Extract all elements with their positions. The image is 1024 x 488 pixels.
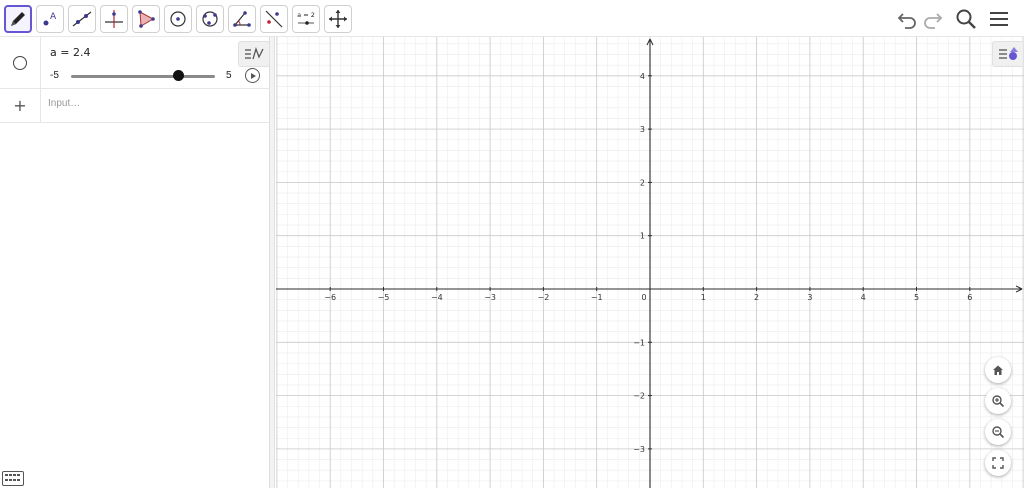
slider-tool[interactable]: a = 2 bbox=[292, 5, 320, 33]
svg-text:A: A bbox=[50, 12, 57, 22]
move-graphics-view-tool[interactable] bbox=[324, 5, 352, 33]
x-tick-label: 2 bbox=[754, 293, 759, 302]
x-tick-label: 0 bbox=[641, 293, 646, 302]
coordinate-grid[interactable]: −6 −5 −4 −3 −2 −1 0 1 2 3 4 5 6 4 3 2 1 −1 −2 −3 bbox=[276, 37, 1024, 488]
undo-button[interactable] bbox=[894, 6, 920, 32]
y-tick-label: 4 bbox=[640, 72, 645, 81]
slider-tool-label: a = 2 bbox=[297, 11, 315, 19]
home-icon bbox=[993, 365, 1003, 375]
y-tick-label: −1 bbox=[633, 338, 645, 347]
keyboard-icon bbox=[5, 474, 8, 476]
undo-icon bbox=[897, 13, 916, 29]
main-menu-button[interactable] bbox=[986, 6, 1012, 32]
y-tick-label: 3 bbox=[640, 125, 645, 134]
x-tick-label: −6 bbox=[324, 293, 336, 302]
point-icon: A bbox=[43, 12, 57, 26]
pen-icon bbox=[11, 12, 25, 26]
x-tick-label: 4 bbox=[861, 293, 866, 302]
x-tick-label: 5 bbox=[914, 293, 919, 302]
polygon-tool[interactable] bbox=[132, 5, 160, 33]
search-icon bbox=[956, 9, 976, 29]
circle-points-icon bbox=[202, 11, 218, 27]
slider-row: a = 2.4 -5 5 bbox=[0, 37, 270, 89]
visibility-gutter bbox=[0, 37, 41, 88]
y-tick-label: 2 bbox=[640, 178, 645, 187]
y-tick-label: 1 bbox=[640, 232, 645, 241]
redo-button[interactable] bbox=[920, 6, 946, 32]
graphics-view[interactable]: −6 −5 −4 −3 −2 −1 0 1 2 3 4 5 6 4 3 2 1 −1 −2 −3 bbox=[276, 37, 1024, 488]
toolbar: A a = 2 bbox=[0, 0, 1024, 37]
perpendicular-line-tool[interactable] bbox=[100, 5, 128, 33]
polygon-icon bbox=[138, 10, 155, 28]
visibility-toggle[interactable] bbox=[13, 55, 27, 70]
x-tick-label: 1 bbox=[701, 293, 706, 302]
graphics-style-icon bbox=[999, 47, 1018, 60]
graphics-style-button[interactable] bbox=[992, 41, 1024, 67]
slider-track[interactable] bbox=[71, 70, 215, 81]
slider-thumb[interactable] bbox=[172, 70, 184, 81]
fullscreen-icon bbox=[992, 457, 1004, 469]
plus-icon[interactable]: + bbox=[13, 96, 26, 115]
standard-view-button[interactable] bbox=[985, 357, 1011, 383]
zoom-in-button[interactable] bbox=[985, 388, 1011, 414]
line-icon bbox=[72, 11, 92, 27]
redo-icon bbox=[924, 13, 943, 29]
angle-tool[interactable] bbox=[228, 5, 256, 33]
x-tick-label: −2 bbox=[538, 293, 550, 302]
geogebra-app: A a = 2 a = 2.4 -5 5 + Input… −6 −5 −4 −… bbox=[0, 0, 1024, 488]
circle-center-icon bbox=[170, 11, 186, 27]
x-tick-label: −5 bbox=[378, 293, 390, 302]
algebra-input[interactable] bbox=[48, 98, 258, 109]
add-gutter: + bbox=[0, 89, 41, 122]
fullscreen-button[interactable] bbox=[985, 450, 1011, 476]
slider-min-label: -5 bbox=[50, 70, 59, 81]
panel-divider[interactable] bbox=[270, 37, 275, 488]
reflect-tool[interactable] bbox=[260, 5, 288, 33]
slider-icon: a = 2 bbox=[297, 11, 315, 25]
move-tool[interactable] bbox=[4, 5, 32, 33]
zoom-out-icon bbox=[992, 426, 1005, 439]
angle-icon bbox=[233, 11, 251, 27]
perpendicular-icon bbox=[105, 10, 123, 28]
circle-through-points-tool[interactable] bbox=[196, 5, 224, 33]
menu-icon bbox=[990, 12, 1008, 26]
zoom-out-button[interactable] bbox=[985, 419, 1011, 445]
keyboard-button[interactable] bbox=[2, 471, 24, 486]
algebra-style-icon bbox=[245, 46, 264, 60]
algebra-style-button[interactable] bbox=[238, 41, 270, 67]
move-arrows-icon bbox=[329, 10, 347, 28]
x-tick-label: −1 bbox=[591, 293, 603, 302]
zoom-in-icon bbox=[992, 395, 1005, 408]
input-row: + bbox=[0, 89, 270, 123]
y-tick-label: −3 bbox=[633, 445, 645, 454]
x-tick-label: −3 bbox=[484, 293, 496, 302]
x-tick-label: 3 bbox=[807, 293, 812, 302]
slider-expression[interactable]: a = 2.4 bbox=[50, 46, 90, 59]
x-tick-label: −4 bbox=[431, 293, 443, 302]
line-tool[interactable] bbox=[68, 5, 96, 33]
slider-max-label: 5 bbox=[226, 70, 232, 81]
algebra-view: a = 2.4 -5 5 + bbox=[0, 37, 270, 488]
search-button[interactable] bbox=[953, 6, 979, 32]
y-tick-label: −2 bbox=[633, 392, 645, 401]
reflect-icon bbox=[265, 10, 283, 28]
point-tool[interactable]: A bbox=[36, 5, 64, 33]
circle-with-center-tool[interactable] bbox=[164, 5, 192, 33]
x-tick-label: 6 bbox=[967, 293, 972, 302]
play-animation-button[interactable] bbox=[245, 68, 260, 83]
